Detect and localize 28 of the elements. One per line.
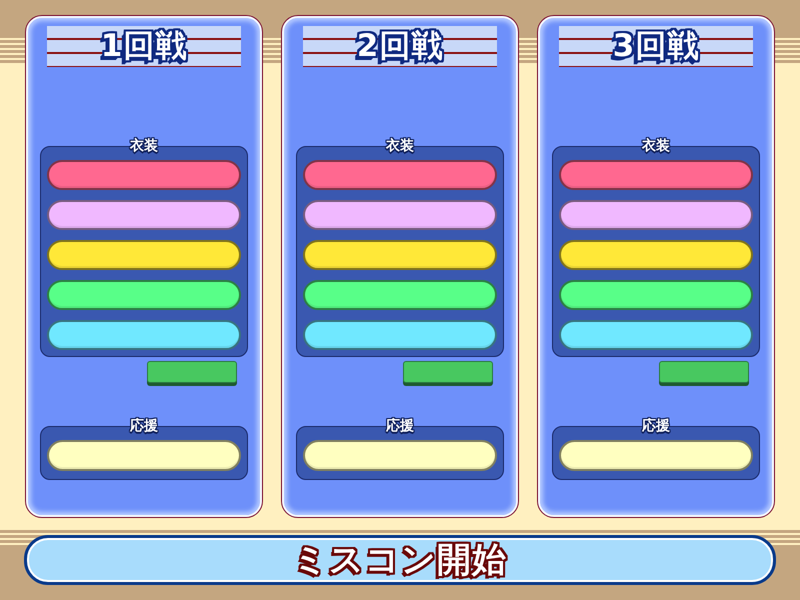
costume-slot[interactable]: [559, 240, 753, 270]
start-contest-button[interactable]: ミスコン開始: [24, 535, 776, 585]
costume-slot[interactable]: [303, 280, 497, 310]
costume-slot[interactable]: [47, 200, 241, 230]
costume-slot[interactable]: [559, 320, 753, 350]
section-label: 応援: [386, 418, 414, 434]
cheer-slot[interactable]: [559, 440, 753, 471]
section-label: 衣装: [130, 138, 158, 154]
costume-slot[interactable]: [559, 280, 753, 310]
costume-slot[interactable]: [559, 160, 753, 190]
costume-slot[interactable]: [47, 320, 241, 350]
costume-slot[interactable]: [559, 200, 753, 230]
costume-slot[interactable]: [303, 320, 497, 350]
section-label: 衣装: [642, 138, 670, 154]
costume-slot[interactable]: [47, 280, 241, 310]
costume-slot[interactable]: [303, 200, 497, 230]
cheer-slot[interactable]: [47, 440, 241, 471]
costume-slot[interactable]: [47, 160, 241, 190]
confirm-button[interactable]: [659, 361, 749, 383]
section-label: 衣装: [386, 138, 414, 154]
costume-slot[interactable]: [47, 240, 241, 270]
confirm-button[interactable]: [403, 361, 493, 383]
section-label: 応援: [642, 418, 670, 434]
section-label: 応援: [130, 418, 158, 434]
costume-slot[interactable]: [303, 240, 497, 270]
cheer-slot[interactable]: [303, 440, 497, 471]
costume-slot[interactable]: [303, 160, 497, 190]
confirm-button[interactable]: [147, 361, 237, 383]
